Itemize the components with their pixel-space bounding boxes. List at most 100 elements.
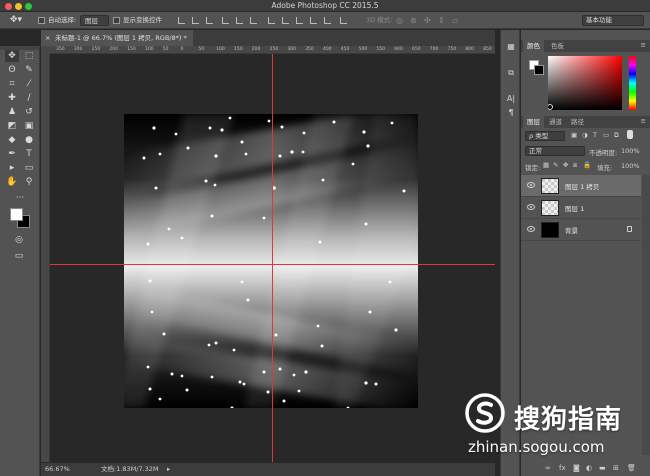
lock-artboard-icon[interactable]: ⧈ (573, 161, 577, 170)
layer-row[interactable]: 图层 1 拷贝 (521, 175, 641, 197)
lock-position-icon[interactable]: ✥ (563, 161, 568, 169)
distribute-bottom-icon[interactable] (296, 17, 303, 24)
blur-tool-icon[interactable]: ◆ (5, 134, 19, 146)
distribute-hcenter-icon[interactable] (324, 17, 331, 24)
adjustment-icon[interactable]: ◐ (586, 464, 592, 472)
trash-icon[interactable]: 🗑 (627, 464, 636, 472)
more-tools-icon[interactable]: ··· (6, 192, 34, 204)
group-icon[interactable]: ▬ (599, 464, 606, 472)
orbit-3d-icon[interactable]: ◎ (396, 15, 403, 26)
layer-name[interactable]: 图层 1 (565, 203, 584, 213)
layer-name[interactable]: 图层 1 拷贝 (565, 181, 599, 191)
clone-stamp-icon[interactable]: ♟ (5, 106, 19, 118)
lock-transparent-icon[interactable]: ▦ (543, 161, 549, 169)
properties-panel-icon[interactable]: ⧉ (505, 68, 517, 79)
filter-shape-icon[interactable]: ▭ (603, 131, 609, 139)
shape-tool-icon[interactable]: ▭ (22, 162, 36, 174)
canvas-area[interactable] (50, 54, 495, 462)
history-panel-icon[interactable]: ▦ (505, 42, 517, 53)
character-panel-icon[interactable]: A| (505, 94, 517, 105)
layer-name[interactable]: 背景 (565, 225, 578, 235)
align-bottom-icon[interactable] (206, 17, 213, 24)
align-vcenter-icon[interactable] (192, 17, 199, 24)
align-hcenter-icon[interactable] (236, 17, 243, 24)
brush-tool-icon[interactable]: ∕ (22, 92, 36, 104)
mask-icon[interactable]: ◙ (573, 464, 580, 472)
background-swatch-small[interactable] (534, 65, 544, 75)
tab-paths[interactable]: 路径 (567, 116, 588, 128)
show-transform-checkbox[interactable]: 显示变换控件 (113, 15, 162, 26)
distribute-left-icon[interactable] (310, 17, 317, 24)
tab-layers[interactable]: 图层 (523, 116, 544, 128)
horizontal-ruler[interactable]: 350 300 250 200 150 100 50 0 50 100 150 200 250 300 35… (50, 46, 495, 54)
foreground-color-swatch[interactable] (10, 208, 23, 221)
marquee-tool-icon[interactable]: ⬚ (22, 50, 36, 62)
lock-image-icon[interactable]: ✎ (553, 161, 558, 169)
document-tab[interactable]: 未标题-1 @ 66.7% (图层 1 拷贝, RGB/8*) * × (41, 30, 193, 46)
quick-mask-icon[interactable]: ◎ (12, 234, 26, 246)
visibility-eye-icon[interactable] (527, 182, 535, 188)
vertical-ruler[interactable] (41, 54, 50, 462)
auto-select-checkbox[interactable]: 自动选择: (38, 15, 76, 26)
zoom-tool-icon[interactable]: ⚲ (22, 176, 36, 188)
layer-row[interactable]: 背景 (521, 219, 641, 241)
align-top-icon[interactable] (178, 17, 185, 24)
drag-3d-icon[interactable]: ✣ (424, 15, 431, 26)
roll-3d-icon[interactable]: ⊛ (410, 15, 417, 26)
move-tool-icon[interactable]: ✥▾ (10, 15, 22, 26)
layer-filter-dropdown[interactable]: ρ 类型 (525, 131, 565, 141)
distribute-vcenter-icon[interactable] (282, 17, 289, 24)
slide-3d-icon[interactable]: ⇕ (438, 15, 445, 26)
path-select-icon[interactable]: ▸ (5, 162, 19, 174)
fx-icon[interactable]: fx (559, 464, 566, 472)
auto-align-icon[interactable] (340, 17, 347, 24)
healing-brush-icon[interactable]: ✚ (5, 92, 19, 104)
lasso-tool-icon[interactable]: ʘ (5, 64, 19, 76)
crop-tool-icon[interactable]: ⌗ (5, 78, 19, 90)
visibility-eye-icon[interactable] (527, 226, 535, 232)
eyedropper-tool-icon[interactable]: ⁄ (22, 78, 36, 90)
hue-slider[interactable] (629, 56, 636, 110)
type-tool-icon[interactable]: T (22, 148, 36, 160)
eraser-tool-icon[interactable]: ◩ (5, 120, 19, 132)
paragraph-panel-icon[interactable]: ¶ (505, 108, 517, 119)
document-size-info[interactable]: 文档:1.83M/7.32M (101, 463, 159, 476)
workspace-dropdown[interactable]: 基本功能 (582, 15, 644, 26)
panel-menu-icon[interactable]: ≡ (641, 41, 646, 49)
close-tab-icon[interactable]: × (45, 30, 50, 46)
screen-mode-icon[interactable]: ▭ (12, 250, 26, 262)
zoom-level[interactable]: 66.67% (45, 463, 70, 476)
opacity-value[interactable]: 100% (621, 147, 640, 155)
scale-3d-icon[interactable]: ▱ (452, 15, 458, 26)
hand-tool-icon[interactable]: ✋ (5, 176, 19, 188)
gradient-tool-icon[interactable]: ▣ (22, 120, 36, 132)
distribute-top-icon[interactable] (268, 17, 275, 24)
vertical-guide[interactable] (272, 54, 273, 462)
move-tool-icon[interactable]: ✥ (5, 50, 19, 62)
filter-type-icon[interactable]: T (593, 131, 597, 139)
tab-swatches[interactable]: 色板 (547, 40, 568, 52)
dodge-tool-icon[interactable]: ● (22, 134, 36, 146)
fill-value[interactable]: 100% (621, 162, 640, 170)
link-icon[interactable]: ∞ (545, 464, 551, 472)
tab-channels[interactable]: 通道 (545, 116, 566, 128)
status-menu-icon[interactable]: ▸ (167, 463, 170, 476)
layers-menu-icon[interactable]: ≡ (641, 117, 646, 125)
tab-color[interactable]: 颜色 (523, 40, 544, 52)
visibility-eye-icon[interactable] (527, 204, 535, 210)
filter-adjustment-icon[interactable]: ◑ (582, 131, 588, 139)
align-left-icon[interactable] (222, 17, 229, 24)
history-brush-icon[interactable]: ↺ (22, 106, 36, 118)
lock-all-icon[interactable]: 🔒 (583, 161, 591, 169)
layer-row[interactable]: 图层 1 (521, 197, 641, 219)
filter-toggle-icon[interactable] (627, 130, 633, 139)
filter-pixel-icon[interactable]: ▣ (571, 131, 577, 139)
filter-smart-icon[interactable]: ⧉ (614, 131, 619, 140)
auto-select-dropdown[interactable]: 图层 (80, 15, 109, 26)
new-layer-icon[interactable]: ⊞ (613, 464, 619, 472)
pen-tool-icon[interactable]: ✒ (5, 148, 19, 160)
blend-mode-dropdown[interactable]: 正常 (525, 146, 585, 156)
ruler-origin[interactable] (41, 46, 50, 54)
document-canvas[interactable] (124, 114, 418, 408)
color-field[interactable] (548, 56, 622, 110)
